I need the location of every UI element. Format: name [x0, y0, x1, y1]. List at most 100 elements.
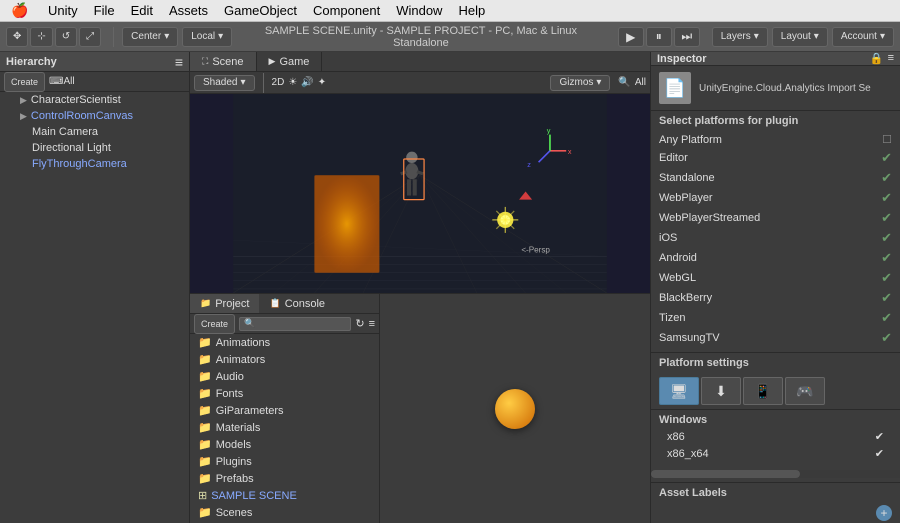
inspector-scrollbar-thumb[interactable]: [651, 470, 800, 478]
asset-labels-add-button[interactable]: +: [876, 505, 892, 521]
list-item[interactable]: 📁Animators: [190, 351, 379, 368]
list-item[interactable]: 📁Models: [190, 436, 379, 453]
inspector-menu-icon[interactable]: ≡: [888, 52, 894, 65]
scene-search-icon[interactable]: 🔍: [618, 77, 630, 88]
apple-menu[interactable]: 🍎: [0, 2, 40, 19]
fx-icon[interactable]: ✦: [318, 77, 326, 88]
list-item-sample-scene[interactable]: ⊞SAMPLE SCENE: [190, 487, 379, 504]
folder-icon: 📁: [198, 404, 212, 417]
platform-webplayer-check[interactable]: ✔: [881, 190, 892, 206]
tab-console[interactable]: 📋 Console: [259, 294, 335, 313]
folder-icon: 📁: [198, 506, 212, 519]
tab-scene[interactable]: ⛶ Scene: [190, 52, 257, 71]
platform-samsungtv-check[interactable]: ✔: [881, 330, 892, 346]
windows-x86-check[interactable]: ✔: [875, 430, 884, 443]
platform-android-check[interactable]: ✔: [881, 250, 892, 266]
inspector-lock-icon[interactable]: 🔒: [870, 52, 884, 65]
platform-editor-label: Editor: [659, 152, 688, 164]
play-button[interactable]: ▶: [618, 27, 644, 47]
2d-label[interactable]: 2D: [272, 77, 285, 88]
project-refresh-icon[interactable]: ↻: [355, 317, 364, 330]
main-area: Hierarchy ≡ Create ⌨All ▶ CharacterScien…: [0, 52, 900, 523]
platform-icon-download[interactable]: ⬇: [701, 377, 741, 405]
platform-webgl-check[interactable]: ✔: [881, 270, 892, 286]
menu-unity[interactable]: Unity: [40, 0, 86, 22]
hierarchy-content: ▶ CharacterScientist ▶ ControlRoomCanvas…: [0, 92, 189, 523]
sound-icon[interactable]: 🔊: [301, 77, 313, 88]
project-search-input[interactable]: 🔍: [239, 317, 351, 331]
list-item[interactable]: 📁Plugins: [190, 453, 379, 470]
platform-standalone-check[interactable]: ✔: [881, 170, 892, 186]
rotate-tool[interactable]: ↺: [55, 27, 77, 47]
menu-assets[interactable]: Assets: [161, 0, 216, 22]
project-settings-icon[interactable]: ≡: [369, 318, 375, 330]
folder-icon: 📁: [198, 353, 212, 366]
hierarchy-item-character[interactable]: ▶ CharacterScientist: [0, 92, 189, 108]
platform-ios-check[interactable]: ✔: [881, 230, 892, 246]
menu-component[interactable]: Component: [305, 0, 388, 22]
arrow-icon: ▶: [20, 111, 27, 122]
tab-project[interactable]: 📁 Project: [190, 294, 259, 313]
layers-dropdown[interactable]: Layers▾: [712, 27, 768, 47]
scene-toolbar: Shaded▾ 2D ☀ 🔊 ✦ Gizmos▾ 🔍 All: [190, 72, 650, 94]
list-item[interactable]: 📁Prefabs: [190, 470, 379, 487]
hierarchy-create-button[interactable]: Create: [4, 72, 45, 92]
account-dropdown[interactable]: Account▾: [832, 27, 894, 47]
center-dropdown[interactable]: Center ▾: [122, 27, 178, 47]
windows-label: Windows: [659, 414, 892, 426]
platform-blackberry-check[interactable]: ✔: [881, 290, 892, 306]
list-item[interactable]: 📁Animations: [190, 334, 379, 351]
menu-edit[interactable]: Edit: [123, 0, 161, 22]
menu-help[interactable]: Help: [450, 0, 493, 22]
platform-tizen-check[interactable]: ✔: [881, 310, 892, 326]
folder-icon: 📁: [198, 472, 212, 485]
gizmos-dropdown[interactable]: Gizmos▾: [550, 75, 610, 91]
platform-standalone-label: Standalone: [659, 172, 715, 184]
arrow-icon: ▶: [20, 95, 27, 106]
scale-tool[interactable]: ⤢: [79, 27, 101, 47]
asset-preview-ball: [495, 389, 535, 429]
list-item[interactable]: 📁Scenes: [190, 504, 379, 521]
platform-row: WebPlayerStreamed ✔: [659, 208, 892, 228]
hierarchy-item-canvas[interactable]: ▶ ControlRoomCanvas: [0, 108, 189, 124]
menu-gameobject[interactable]: GameObject: [216, 0, 305, 22]
window-title: SAMPLE SCENE.unity - SAMPLE PROJECT - PC…: [236, 25, 606, 49]
list-item[interactable]: 📁Materials: [190, 419, 379, 436]
scene-view[interactable]: x y z <-Persp: [190, 94, 650, 293]
platform-editor-check[interactable]: ✔: [881, 150, 892, 166]
menu-window[interactable]: Window: [388, 0, 450, 22]
platform-any-check[interactable]: ☐: [882, 133, 892, 146]
platform-webplayerstreamed-check[interactable]: ✔: [881, 210, 892, 226]
windows-x86_64-check[interactable]: ✔: [875, 447, 884, 460]
hand-tool[interactable]: ✥: [6, 27, 28, 47]
platform-webplayer-label: WebPlayer: [659, 192, 713, 204]
platform-android-label: Android: [659, 252, 697, 264]
platform-row: iOS ✔: [659, 228, 892, 248]
layout-dropdown[interactable]: Layout▾: [772, 27, 828, 47]
project-create-button[interactable]: Create: [194, 314, 235, 334]
hierarchy-item-light[interactable]: Directional Light: [0, 140, 189, 156]
sun-icon[interactable]: ☀: [288, 77, 297, 88]
step-button[interactable]: ⏭: [674, 27, 700, 47]
tab-game[interactable]: ▶ Game: [257, 52, 323, 71]
platform-icon-windows[interactable]: 🖥: [659, 377, 699, 405]
hierarchy-item-flycamera[interactable]: FlyThroughCamera: [0, 156, 189, 172]
platform-icon-gamepad[interactable]: 🎮: [785, 377, 825, 405]
hierarchy-item-label: ControlRoomCanvas: [31, 110, 133, 122]
move-tool[interactable]: ⊹: [30, 27, 52, 47]
hierarchy-item-label: FlyThroughCamera: [32, 158, 127, 170]
hierarchy-item-maincamera[interactable]: Main Camera: [0, 124, 189, 140]
hierarchy-menu-icon[interactable]: ≡: [175, 54, 183, 70]
hierarchy-item-label: Main Camera: [32, 126, 98, 138]
shaded-dropdown[interactable]: Shaded▾: [194, 75, 255, 91]
local-dropdown[interactable]: Local ▾: [182, 27, 232, 47]
list-item[interactable]: 📁Audio: [190, 368, 379, 385]
hierarchy-item-label: Directional Light: [32, 142, 111, 154]
list-item[interactable]: 📁Fonts: [190, 385, 379, 402]
menu-file[interactable]: File: [86, 0, 123, 22]
inspector-asset-row: 📄 UnityEngine.Cloud.Analytics Import Se: [651, 66, 900, 111]
sep: [263, 73, 264, 93]
pause-button[interactable]: ⏸: [646, 27, 672, 47]
platform-icon-mobile[interactable]: 📱: [743, 377, 783, 405]
list-item[interactable]: 📁GiParameters: [190, 402, 379, 419]
